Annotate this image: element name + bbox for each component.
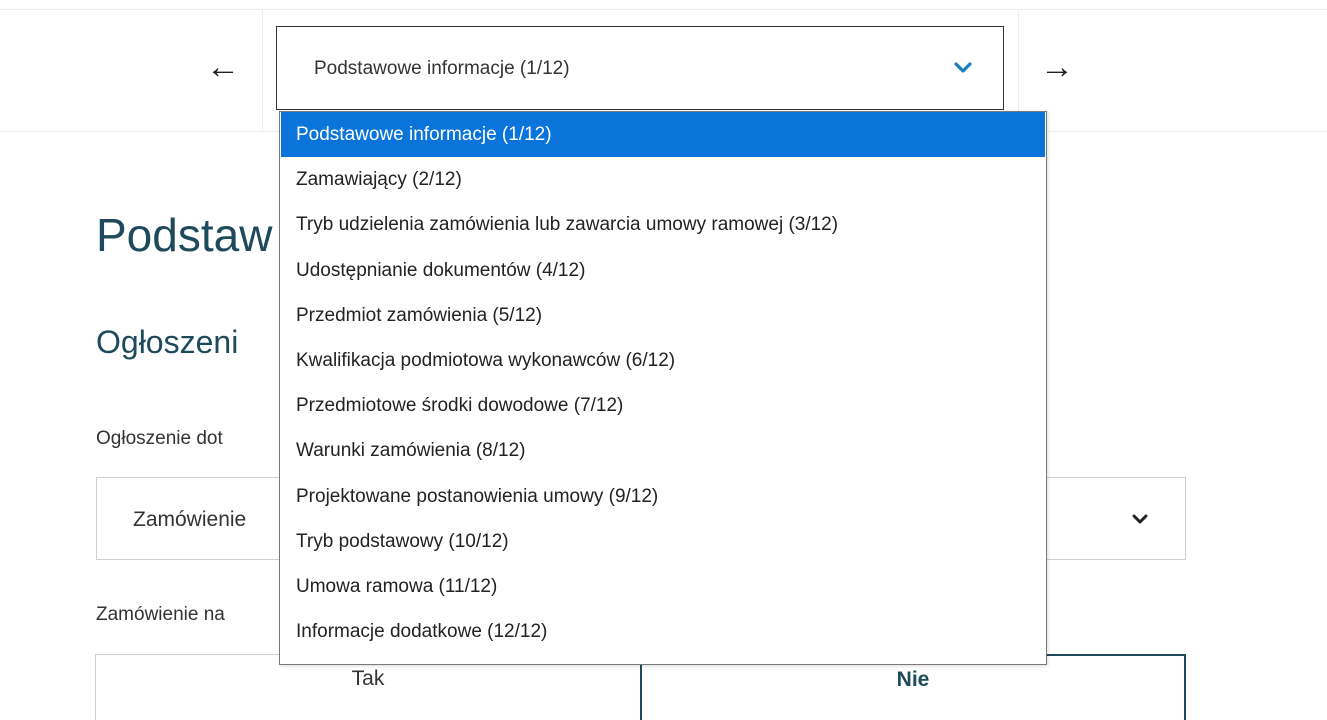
- section-option[interactable]: Udostępnianie dokumentów (4/12): [281, 248, 1045, 293]
- page: ← Podstawowe informacje (1/12) → Podstaw…: [0, 0, 1327, 720]
- arrow-right-icon: →: [1040, 48, 1074, 86]
- previous-section-button[interactable]: ←: [198, 44, 248, 90]
- section-option[interactable]: Projektowane postanowienia umowy (9/12): [281, 474, 1045, 519]
- section-select[interactable]: Podstawowe informacje (1/12): [276, 26, 1004, 110]
- section-option[interactable]: Informacje dodatkowe (12/12): [281, 609, 1045, 654]
- toggle-no-label: Nie: [896, 668, 930, 691]
- divider: [262, 10, 263, 131]
- section-option[interactable]: Przedmiot zamówienia (5/12): [281, 293, 1045, 338]
- section-option[interactable]: Umowa ramowa (11/12): [281, 564, 1045, 609]
- order-question-label: Zamówienie na: [96, 604, 225, 625]
- chevron-down-icon: [954, 62, 972, 73]
- order-type-label: Ogłoszenie dot: [96, 428, 223, 449]
- section-dropdown-list: Podstawowe informacje (1/12) Zamawiający …: [279, 111, 1047, 665]
- section-option[interactable]: Kwalifikacja podmiotowa wykonawców (6/12…: [281, 338, 1045, 383]
- section-select-value: Podstawowe informacje (1/12): [314, 58, 570, 79]
- next-section-button[interactable]: →: [1032, 44, 1082, 90]
- section-option[interactable]: Tryb udzielenia zamówienia lub zawarcia …: [281, 202, 1045, 247]
- section-option[interactable]: Tryb podstawowy (10/12): [281, 519, 1045, 564]
- arrow-left-icon: ←: [206, 48, 240, 86]
- section-subtitle: Ogłoszeni: [96, 324, 239, 360]
- section-option[interactable]: Przedmiotowe środki dowodowe (7/12): [281, 383, 1045, 428]
- chevron-down-icon: [1132, 514, 1148, 524]
- page-title: Podstaw: [96, 209, 273, 261]
- section-option[interactable]: Warunki zamówienia (8/12): [281, 428, 1045, 473]
- divider: [0, 9, 1327, 10]
- toggle-yes-label: Tak: [351, 667, 385, 690]
- section-option[interactable]: Podstawowe informacje (1/12): [281, 112, 1045, 157]
- order-type-value: Zamówienie: [133, 508, 247, 531]
- section-option[interactable]: Zamawiający (2/12): [281, 157, 1045, 202]
